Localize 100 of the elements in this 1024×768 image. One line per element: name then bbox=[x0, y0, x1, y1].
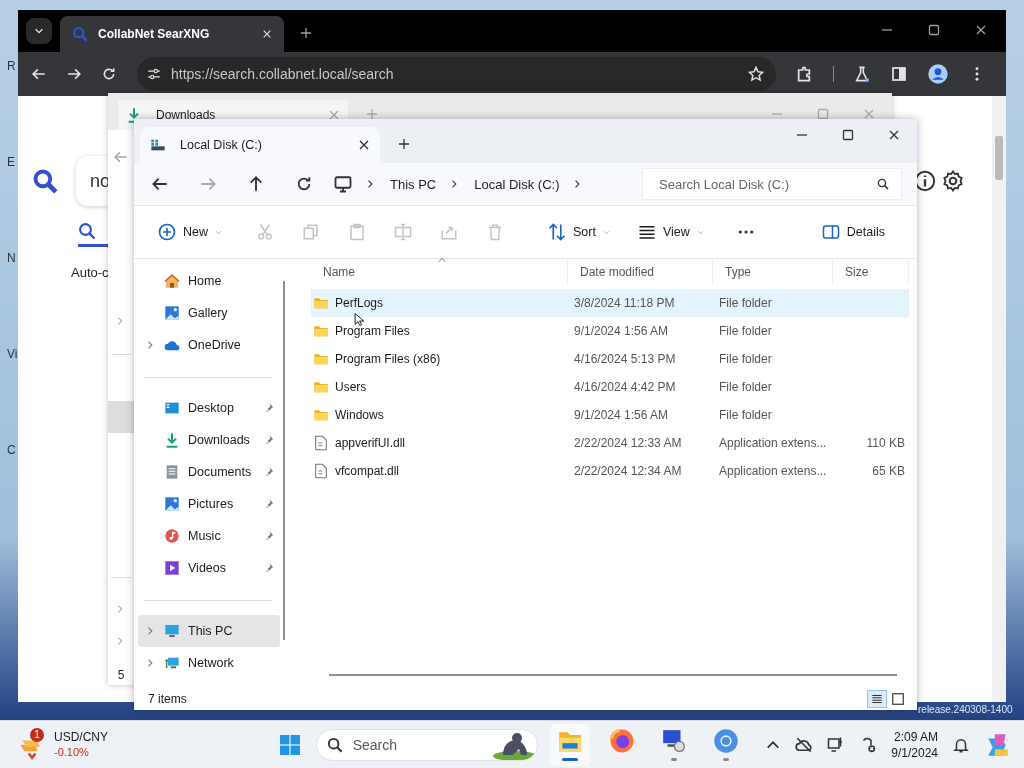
taskbar-app[interactable] bbox=[549, 723, 590, 766]
file-icon bbox=[313, 463, 329, 479]
sidebar-item[interactable]: OneDrive bbox=[138, 329, 281, 361]
scrollbar[interactable] bbox=[283, 281, 285, 640]
trash-icon bbox=[486, 223, 504, 241]
sidebar-item[interactable]: This PC bbox=[138, 615, 281, 647]
sidebar-item[interactable]: Downloads bbox=[138, 424, 281, 456]
start-icon[interactable] bbox=[277, 732, 302, 757]
sidebar-item[interactable]: Network bbox=[138, 647, 281, 679]
list-icon bbox=[870, 692, 884, 706]
sidebar-item[interactable]: Gallery bbox=[138, 297, 281, 329]
breadcrumb-item[interactable]: Local Disk (C:) bbox=[474, 176, 560, 192]
folder-icon bbox=[313, 323, 329, 339]
sort-button[interactable]: Sort bbox=[542, 219, 616, 245]
search-box[interactable]: Search bbox=[315, 728, 538, 761]
type-cell-text: File folder bbox=[718, 324, 773, 338]
close-icon[interactable] bbox=[975, 24, 987, 36]
sidebar-item[interactable]: Documents bbox=[138, 456, 281, 488]
new-tab-icon[interactable] bbox=[398, 138, 410, 150]
pin-icon[interactable] bbox=[264, 563, 275, 573]
view-button[interactable]: View bbox=[631, 219, 710, 245]
pin-icon[interactable] bbox=[264, 435, 275, 445]
address-bar[interactable]: This PC Local Disk (C:) bbox=[332, 168, 632, 200]
file-row[interactable]: Program Files 9/1/2024 1:56 AM File folder bbox=[311, 317, 909, 345]
url-text: https://search.collabnet.local/search bbox=[171, 66, 394, 82]
maximize-icon[interactable] bbox=[928, 24, 940, 36]
breadcrumb-item[interactable]: This PC bbox=[390, 176, 437, 192]
folder-icon bbox=[313, 379, 329, 395]
drive-icon bbox=[150, 137, 166, 153]
download-icon bbox=[164, 432, 180, 448]
desktop-icon-label: Vi bbox=[7, 346, 18, 362]
search-field[interactable]: Search bbox=[350, 735, 485, 754]
new-tab-icon[interactable] bbox=[300, 27, 312, 39]
file-row[interactable]: Users 4/16/2024 4:42 PM File folder bbox=[311, 373, 909, 401]
selection-highlight bbox=[108, 401, 134, 433]
sidebar-item[interactable]: Desktop bbox=[138, 392, 281, 424]
file-row[interactable]: Windows 9/1/2024 1:56 AM File folder bbox=[311, 401, 909, 429]
cloud-off-icon[interactable] bbox=[795, 735, 814, 754]
address-bar[interactable]: https://search.collabnet.local/search bbox=[137, 57, 776, 91]
browser-tab[interactable]: CollabNet SearXNG bbox=[60, 16, 284, 52]
star-icon[interactable] bbox=[748, 66, 764, 82]
size-cell-text: 110 KB bbox=[865, 436, 906, 450]
tab-search-button[interactable] bbox=[26, 18, 52, 44]
clipboard-icon bbox=[348, 223, 366, 241]
scrollbar[interactable] bbox=[329, 674, 897, 676]
square-icon bbox=[891, 692, 905, 706]
back-icon[interactable] bbox=[152, 176, 168, 192]
flask-icon[interactable] bbox=[854, 66, 870, 82]
sidebar-item[interactable]: Music bbox=[138, 520, 281, 552]
widget-title: USD/CNY bbox=[54, 729, 108, 745]
tiles-view-button[interactable] bbox=[889, 691, 907, 707]
search-icon bbox=[78, 222, 96, 240]
up-icon[interactable] bbox=[248, 176, 264, 192]
close-icon[interactable] bbox=[358, 139, 370, 151]
details-pane-icon bbox=[821, 223, 840, 241]
pin-icon[interactable] bbox=[264, 499, 275, 509]
column-header[interactable]: Date modified bbox=[568, 259, 713, 285]
column-header[interactable]: Name bbox=[311, 259, 568, 285]
widget-button[interactable]: 1 USD/CNY -0.10% bbox=[0, 729, 108, 760]
desktop-icon-label: C bbox=[7, 442, 17, 458]
sidebar-item[interactable]: Pictures bbox=[138, 488, 281, 520]
refresh-icon[interactable] bbox=[296, 176, 312, 192]
pin-icon[interactable] bbox=[264, 531, 275, 541]
side-panel-icon[interactable] bbox=[891, 66, 907, 82]
sidebar-item[interactable]: Videos bbox=[138, 552, 281, 584]
type-cell-text: Application extens... bbox=[718, 464, 828, 478]
file-name: Program Files bbox=[335, 324, 410, 338]
sidebar-item[interactable]: Home bbox=[138, 265, 281, 297]
site-settings-icon bbox=[147, 67, 161, 81]
window-tab[interactable]: Local Disk (C:) bbox=[140, 127, 380, 163]
pin-icon[interactable] bbox=[264, 403, 275, 413]
extensions-icon[interactable] bbox=[796, 66, 812, 82]
pin-icon[interactable] bbox=[264, 467, 275, 477]
search-icon[interactable] bbox=[32, 168, 58, 194]
plus-circle-icon bbox=[158, 223, 176, 241]
close-icon[interactable] bbox=[888, 129, 900, 141]
reload-icon[interactable] bbox=[102, 67, 116, 81]
search-box[interactable]: Search Local Disk (C:) bbox=[642, 168, 902, 200]
file-row[interactable]: PerfLogs 3/8/2024 11:18 PM File folder bbox=[311, 289, 909, 317]
settings-icon[interactable] bbox=[942, 170, 964, 192]
info-icon[interactable] bbox=[914, 170, 936, 192]
file-row[interactable]: vfcompat.dll 2/22/2024 12:34 AM Application extens... 65 KB bbox=[311, 457, 909, 485]
file-icon bbox=[313, 435, 329, 451]
clock[interactable]: 2:09 AM 9/1/2024 bbox=[891, 728, 938, 761]
maximize-icon[interactable] bbox=[842, 129, 854, 141]
profile-avatar[interactable] bbox=[928, 64, 948, 84]
search-field[interactable]: Search Local Disk (C:) bbox=[657, 175, 877, 193]
type-cell-text: Application extens... bbox=[718, 436, 828, 450]
file-row[interactable]: Program Files (x86) 4/16/2024 5:13 PM File folder bbox=[311, 345, 909, 373]
details-view-button[interactable] bbox=[867, 690, 887, 708]
scrollbar[interactable] bbox=[992, 96, 1006, 702]
browser-icon bbox=[608, 728, 635, 754]
file-row[interactable]: appverifUI.dll 2/22/2024 12:33 AM Application extens... 110 KB bbox=[311, 429, 909, 457]
new-button[interactable]: New bbox=[152, 219, 228, 245]
status-text: 5 bbox=[117, 668, 125, 682]
column-header[interactable]: Size bbox=[833, 259, 909, 285]
column-header[interactable]: Type bbox=[713, 259, 833, 285]
date-cell-text: 4/16/2024 4:42 PM bbox=[573, 380, 677, 394]
details-button[interactable]: Details bbox=[815, 219, 891, 245]
type-cell-text: File folder bbox=[718, 296, 773, 310]
